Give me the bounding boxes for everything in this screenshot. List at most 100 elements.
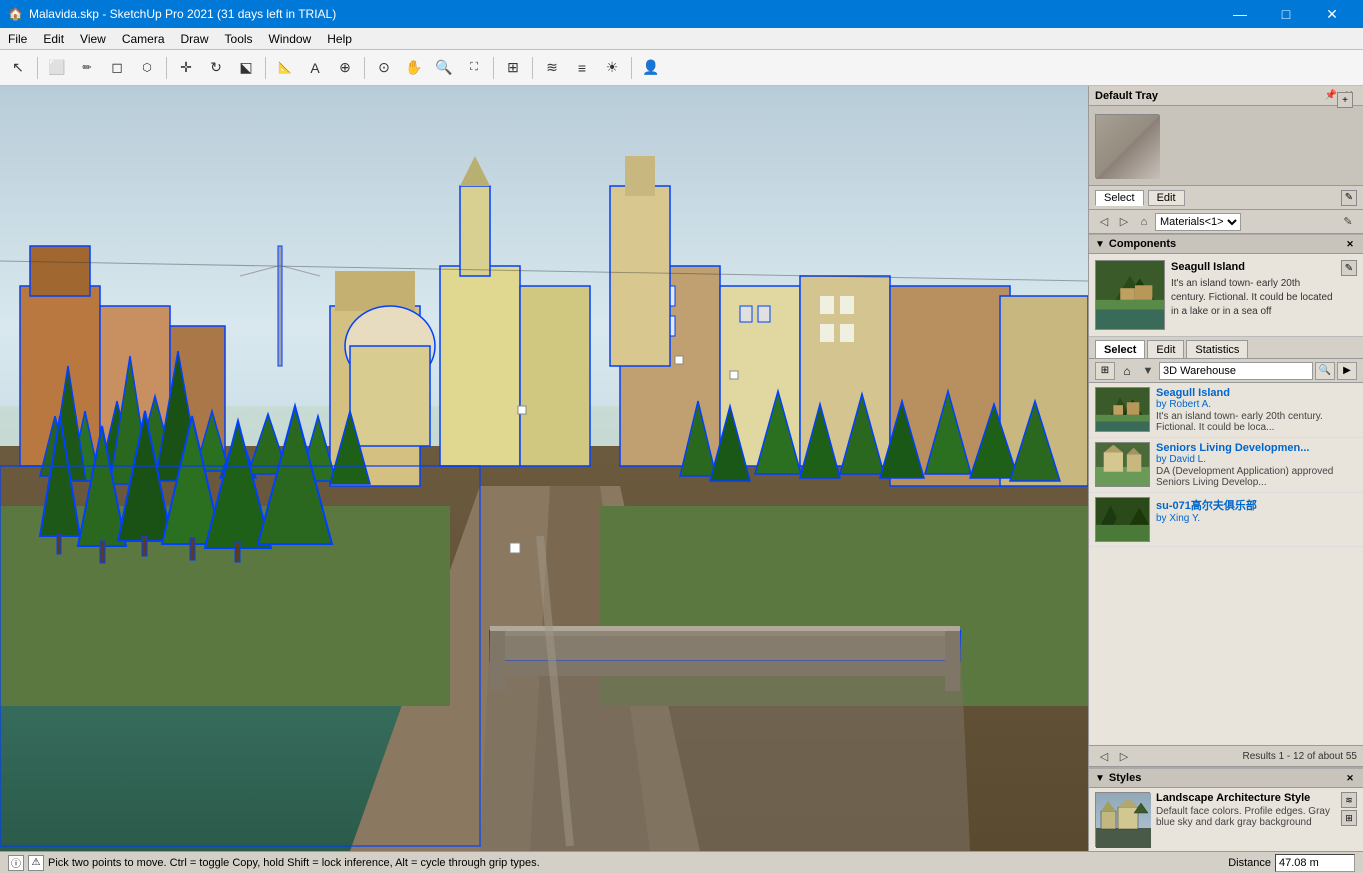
- select-tool-btn[interactable]: ↖: [4, 54, 32, 82]
- style-info: Landscape Architecture Style Default fac…: [1156, 792, 1335, 847]
- menu-item-file[interactable]: File: [0, 28, 35, 50]
- comp-nav-btn[interactable]: ▼: [1139, 362, 1157, 380]
- result-thumb-svg-1: [1096, 387, 1149, 432]
- components-close-btn[interactable]: ✕: [1343, 237, 1357, 251]
- materials-tab-row: Select Edit ✎: [1089, 186, 1363, 210]
- status-warning-icon[interactable]: ⚠: [28, 855, 44, 871]
- components-results-list: Seagull Island by Robert A. It's an isla…: [1089, 383, 1363, 745]
- comp-search-options-btn[interactable]: ▶: [1337, 362, 1357, 380]
- results-prev-btn[interactable]: ◁: [1095, 747, 1113, 765]
- right-panel: Default Tray 📌 ✕: [1088, 86, 1363, 851]
- mat-home-btn[interactable]: ⌂: [1135, 213, 1153, 231]
- shadows-btn[interactable]: ☀: [598, 54, 626, 82]
- layers-btn[interactable]: ≡: [568, 54, 596, 82]
- result-thumb-3: [1095, 497, 1150, 542]
- material-preview-area: +: [1089, 106, 1363, 186]
- menu-item-camera[interactable]: Camera: [114, 28, 173, 50]
- result-title-3[interactable]: su-071高尔夫俱乐部: [1156, 497, 1357, 513]
- component-thumbnail: [1095, 260, 1165, 330]
- menu-item-tools[interactable]: Tools: [217, 28, 261, 50]
- result-desc-2: DA (Development Application) approved Se…: [1156, 466, 1357, 488]
- result-title-2[interactable]: Seniors Living Developmen...: [1156, 442, 1357, 454]
- view-grid-btn[interactable]: ⊞: [1095, 362, 1115, 380]
- pencil-tool-btn[interactable]: ✏: [73, 54, 101, 82]
- tray-title: Default Tray: [1095, 90, 1158, 102]
- menu-item-edit[interactable]: Edit: [35, 28, 72, 50]
- result-info-2: Seniors Living Developmen... by David L.…: [1156, 442, 1357, 488]
- style-action-btns: ≋ ⊞: [1341, 792, 1357, 847]
- result-info-1: Seagull Island by Robert A. It's an isla…: [1156, 387, 1357, 433]
- comp-search-btn[interactable]: 🔍: [1315, 362, 1335, 380]
- menu-item-help[interactable]: Help: [319, 28, 360, 50]
- result-author-3[interactable]: by Xing Y.: [1156, 513, 1357, 524]
- result-author-2[interactable]: by David L.: [1156, 454, 1357, 465]
- style-btn-2[interactable]: ⊞: [1341, 810, 1357, 826]
- close-button[interactable]: ✕: [1309, 0, 1355, 28]
- orbit-tool-btn[interactable]: ⊙: [370, 54, 398, 82]
- styles-section-title: Styles: [1109, 772, 1141, 784]
- viewport[interactable]: [0, 86, 1088, 851]
- materials-nav-row: ◁ ▷ ⌂ Materials<1> Colors Default ✎: [1089, 210, 1363, 234]
- titlebar-title: Malavida.skp - SketchUp Pro 2021 (31 day…: [29, 7, 336, 21]
- axes-tool-btn[interactable]: ⊕: [331, 54, 359, 82]
- result-thumb-svg-3: [1096, 497, 1149, 542]
- distance-input[interactable]: [1275, 854, 1355, 872]
- rotate-tool-btn[interactable]: ↻: [202, 54, 230, 82]
- minimize-button[interactable]: —: [1217, 0, 1263, 28]
- components-tab-row: Select Edit Statistics: [1089, 337, 1363, 359]
- toolbar-separator-7: [631, 57, 632, 79]
- person-btn[interactable]: 👤: [637, 54, 665, 82]
- zoom-tool-btn[interactable]: 🔍: [430, 54, 458, 82]
- main-layout: Default Tray 📌 ✕: [0, 86, 1363, 851]
- menu-item-window[interactable]: Window: [261, 28, 320, 50]
- component-preview: Seagull Island It's an island town- earl…: [1089, 254, 1363, 337]
- results-count: Results 1 - 12 of about 55: [1242, 751, 1357, 762]
- comp-search-input[interactable]: [1159, 362, 1313, 380]
- materials-select-tab[interactable]: Select: [1095, 190, 1144, 206]
- comp-home-btn[interactable]: ⌂: [1117, 362, 1137, 380]
- status-info-icon[interactable]: ⓘ: [8, 855, 24, 871]
- section-btn[interactable]: ⊞: [499, 54, 527, 82]
- mat-back-btn[interactable]: ◁: [1095, 213, 1113, 231]
- pushpull-tool-btn[interactable]: ⬡: [133, 54, 161, 82]
- menu-item-draw[interactable]: Draw: [173, 28, 217, 50]
- text-tool-btn[interactable]: A: [301, 54, 329, 82]
- styles-section-header[interactable]: ▼ Styles ✕: [1089, 768, 1363, 788]
- titlebar-controls: — □ ✕: [1217, 0, 1355, 28]
- components-collapse-arrow: ▼: [1095, 239, 1105, 250]
- toolbar-separator-1: [37, 57, 38, 79]
- result-item-1[interactable]: Seagull Island by Robert A. It's an isla…: [1089, 383, 1363, 438]
- pan-tool-btn[interactable]: ✋: [400, 54, 428, 82]
- result-thumb-svg-2: [1096, 442, 1149, 487]
- move-tool-btn[interactable]: ✛: [172, 54, 200, 82]
- style-btn-1[interactable]: ≋: [1341, 792, 1357, 808]
- result-title-1[interactable]: Seagull Island: [1156, 387, 1357, 399]
- shape-tool-btn[interactable]: ◻: [103, 54, 131, 82]
- comp-statistics-tab[interactable]: Statistics: [1186, 340, 1248, 358]
- toolbar-separator-5: [493, 57, 494, 79]
- tape-tool-btn[interactable]: 📐: [271, 54, 299, 82]
- comp-edit-tab[interactable]: Edit: [1147, 340, 1184, 358]
- result-author-1[interactable]: by Robert A.: [1156, 399, 1357, 410]
- materials-settings-btn[interactable]: ✎: [1341, 190, 1357, 206]
- comp-select-tab[interactable]: Select: [1095, 340, 1145, 358]
- materials-edit-tab[interactable]: Edit: [1148, 190, 1185, 206]
- components-search-row: ⊞ ⌂ ▼ 🔍 ▶: [1089, 359, 1363, 383]
- comp-action-btn[interactable]: ✎: [1341, 260, 1357, 276]
- material-thumbnail: [1096, 115, 1160, 179]
- mat-forward-btn[interactable]: ▷: [1115, 213, 1133, 231]
- mat-expand-btn[interactable]: ✎: [1339, 213, 1357, 231]
- materials-dropdown[interactable]: Materials<1> Colors Default: [1155, 213, 1241, 231]
- scale-tool-btn[interactable]: ⬕: [232, 54, 260, 82]
- styles-btn[interactable]: ≋: [538, 54, 566, 82]
- components-section-header[interactable]: ▼ Components ✕: [1089, 234, 1363, 254]
- menu-item-view[interactable]: View: [72, 28, 114, 50]
- material-action-btn[interactable]: +: [1337, 92, 1353, 108]
- result-item-2[interactable]: Seniors Living Developmen... by David L.…: [1089, 438, 1363, 493]
- eraser-tool-btn[interactable]: ⬜: [43, 54, 71, 82]
- styles-close-btn[interactable]: ✕: [1343, 771, 1357, 785]
- zoom-extents-btn[interactable]: ⛶: [460, 54, 488, 82]
- result-item-3[interactable]: su-071高尔夫俱乐部 by Xing Y.: [1089, 493, 1363, 547]
- results-next-btn[interactable]: ▷: [1115, 747, 1133, 765]
- maximize-button[interactable]: □: [1263, 0, 1309, 28]
